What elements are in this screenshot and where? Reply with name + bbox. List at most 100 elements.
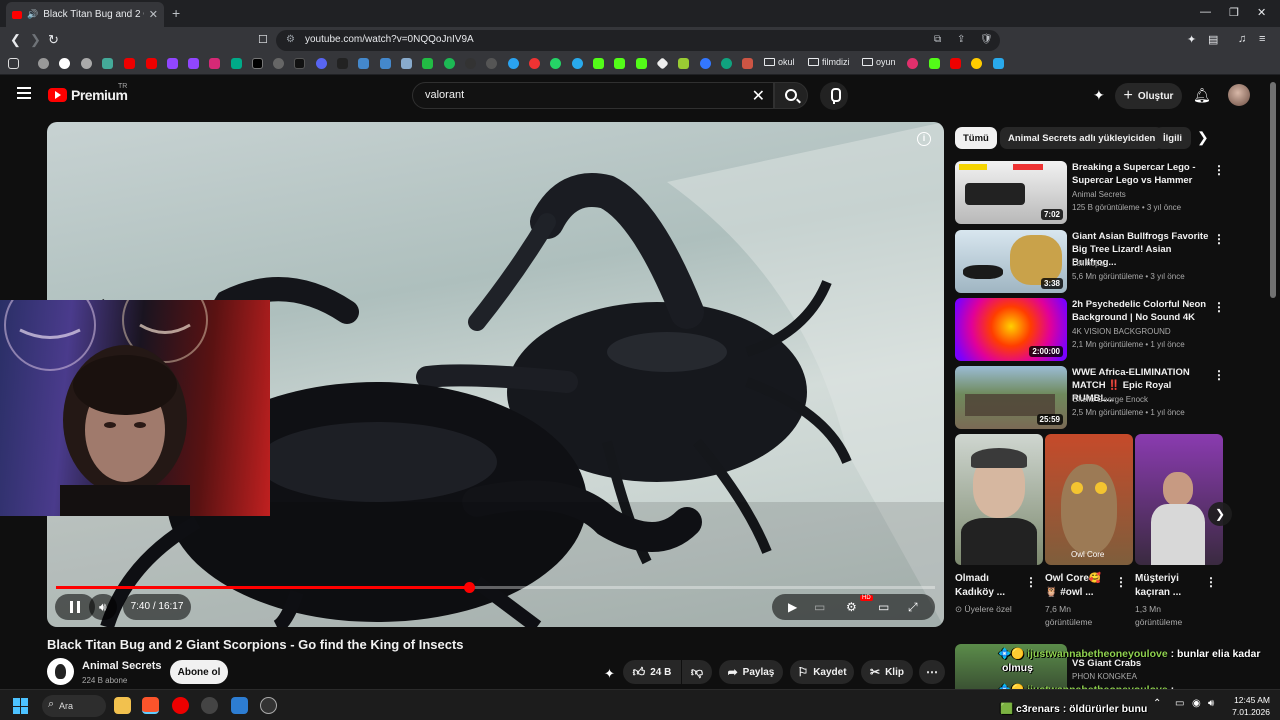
bookmark-twitch-icon[interactable]	[167, 58, 178, 69]
bookmark-page-icon[interactable]: ☐	[258, 33, 268, 46]
search-button[interactable]	[774, 82, 808, 109]
bookmark-site-icon[interactable]	[102, 58, 113, 69]
bookmark-kick-icon[interactable]	[593, 58, 604, 69]
channel-avatar[interactable]	[47, 658, 74, 685]
fullscreen-icon[interactable]: ⤢	[908, 600, 918, 615]
bookmark-drive-icon[interactable]	[422, 58, 433, 69]
video-thumbnail[interactable]: 7:02	[955, 161, 1067, 224]
more-vertical-icon[interactable]: ⋮	[1213, 163, 1225, 177]
address-bar[interactable]: ⚙ youtube.com/watch?v=0NQQoJnIV9A ⧉ ⇪ 🛡	[276, 30, 1000, 51]
bookmark-site-icon[interactable]	[231, 58, 242, 69]
bookmark-kick-icon[interactable]	[636, 58, 647, 69]
brave-browser-icon[interactable]	[142, 697, 159, 714]
bookmark-site-icon[interactable]	[401, 58, 412, 69]
account-avatar[interactable]	[1228, 84, 1250, 106]
recommendation-item[interactable]: 25:59 WWE Africa-ELIMINATION MATCH ‼️ Ep…	[955, 366, 1225, 430]
chip-related[interactable]: İlgili	[1155, 127, 1191, 149]
browser-menu-icon[interactable]: ≡	[1259, 33, 1265, 45]
apps-grid-icon[interactable]	[8, 58, 19, 69]
bookmark-site-icon[interactable]	[465, 58, 476, 69]
video-thumbnail[interactable]: 25:59	[955, 366, 1067, 429]
taskbar-search[interactable]: Ara	[42, 695, 106, 717]
more-actions-button[interactable]: ⋯	[919, 660, 945, 684]
bookmark-twitch-icon[interactable]	[188, 58, 199, 69]
short-title[interactable]: Müşteriyi kaçıran ...	[1135, 572, 1181, 600]
short-thumbnail[interactable]	[1135, 434, 1223, 565]
restore-window-button[interactable]: ❐	[1229, 6, 1239, 19]
recommendation-item[interactable]: 3:38 Giant Asian Bullfrogs Favorite Big …	[955, 230, 1225, 294]
file-explorer-icon[interactable]	[114, 697, 131, 714]
bookmark-site-icon[interactable]	[529, 58, 540, 69]
short-title[interactable]: Olmadı Kadıköy ...	[955, 572, 1005, 600]
clear-search-icon[interactable]: ✕	[752, 86, 765, 106]
network-icon[interactable]: ▭	[1175, 698, 1184, 709]
channel-name[interactable]: Animal Secrets	[82, 660, 161, 672]
audio-playing-icon[interactable]: 🔊	[27, 9, 38, 20]
network-icon[interactable]: ◉	[1192, 698, 1201, 709]
site-info-icon[interactable]: ⚙	[286, 34, 295, 45]
shorts-next-button[interactable]: ❯	[1208, 502, 1232, 526]
bookmark-folder-okul[interactable]: okul	[764, 57, 795, 67]
bookmark-youtube-icon[interactable]	[146, 58, 157, 69]
forward-button[interactable]: ❯	[30, 32, 41, 48]
close-tab-icon[interactable]: ✕	[149, 8, 158, 21]
bookmark-site-icon[interactable]	[700, 58, 711, 69]
obs-icon[interactable]	[260, 697, 277, 714]
chip-all[interactable]: Tümü	[955, 127, 997, 149]
close-window-button[interactable]: ✕	[1257, 6, 1266, 19]
menu-icon[interactable]	[17, 87, 31, 99]
chip-from-uploader[interactable]: Animal Secrets adlı yükleyiciden	[1000, 127, 1164, 149]
bookmark-history-icon[interactable]	[38, 58, 49, 69]
bookmark-google-icon[interactable]	[59, 58, 70, 69]
bookmark-tiktok-icon[interactable]	[294, 58, 305, 69]
progress-bar[interactable]	[56, 582, 935, 593]
youtube-app-icon[interactable]	[172, 697, 189, 714]
sidebar-toggle-icon[interactable]: ▤	[1208, 33, 1218, 46]
browser-tab-active[interactable]: 🔊 Black Titan Bug and 2 Giant Sc ✕	[6, 2, 164, 27]
more-vertical-icon[interactable]: ⋮	[1115, 575, 1127, 589]
create-button[interactable]: + Oluştur	[1115, 83, 1182, 109]
windows-start-icon[interactable]	[13, 698, 29, 714]
taskbar-clock[interactable]: 12:45 AM 7.01.2026	[1226, 694, 1270, 718]
bookmark-site-icon[interactable]	[81, 58, 92, 69]
steam-icon[interactable]	[201, 697, 218, 714]
voice-search-icon[interactable]	[820, 82, 848, 110]
url-text[interactable]: youtube.com/watch?v=0NQQoJnIV9A	[305, 34, 474, 45]
more-vertical-icon[interactable]: ⋮	[1025, 575, 1037, 589]
short-thumbnail[interactable]: Owl Core	[1045, 434, 1133, 565]
bookmark-site-icon[interactable]	[337, 58, 348, 69]
subscribe-button[interactable]: Abone ol	[170, 660, 228, 684]
bookmark-site-icon[interactable]	[358, 58, 369, 69]
bookmark-site-icon[interactable]	[273, 58, 284, 69]
subtitles-icon[interactable]: ▭	[814, 600, 825, 614]
bookmark-kick-icon[interactable]	[614, 58, 625, 69]
mute-button[interactable]: 🔊︎	[89, 594, 117, 620]
ask-gemini-icon[interactable]: ✦	[604, 666, 615, 682]
bookmark-site-icon[interactable]	[678, 58, 689, 69]
photos-app-icon[interactable]	[231, 697, 248, 714]
bookmark-site-icon[interactable]	[508, 58, 519, 69]
recommendation-channel[interactable]: Lollihops	[1072, 259, 1104, 268]
short-title[interactable]: Owl Core🥰 🦉 #owl ...	[1045, 572, 1101, 600]
bookmark-chatgpt-icon[interactable]	[721, 58, 732, 69]
recommendation-channel[interactable]: Animal Secrets	[1072, 190, 1126, 199]
video-thumbnail[interactable]: 3:38	[955, 230, 1067, 293]
video-info-icon[interactable]: i	[917, 132, 931, 146]
tray-overflow-icon[interactable]: ⌃	[1153, 698, 1161, 709]
recommendation-channel[interactable]: 4K VISION BACKGROUND	[1072, 327, 1171, 336]
brave-shield-icon[interactable]: 🛡	[980, 34, 993, 45]
bookmark-site-icon[interactable]	[656, 57, 669, 70]
save-button[interactable]: ⚐ Kaydet	[790, 660, 854, 684]
media-controls-icon[interactable]: ♫	[1238, 33, 1246, 45]
share-page-icon[interactable]: ⇪	[957, 34, 965, 45]
like-button[interactable]: 👍︎ 24 B	[623, 660, 681, 684]
bookmark-site-icon[interactable]	[993, 58, 1004, 69]
video-thumbnail[interactable]: 2:00:00	[955, 298, 1067, 361]
share-button[interactable]: ➦ Paylaş	[719, 660, 783, 684]
chips-next-icon[interactable]: ❯	[1197, 129, 1209, 146]
more-vertical-icon[interactable]: ⋮	[1213, 300, 1225, 314]
recommendation-item[interactable]: 7:02 Breaking a Supercar Lego - Supercar…	[955, 161, 1225, 225]
clip-button[interactable]: ✂ Klip	[861, 660, 913, 684]
more-vertical-icon[interactable]: ⋮	[1205, 575, 1217, 589]
bookmark-telegram-icon[interactable]	[572, 58, 583, 69]
